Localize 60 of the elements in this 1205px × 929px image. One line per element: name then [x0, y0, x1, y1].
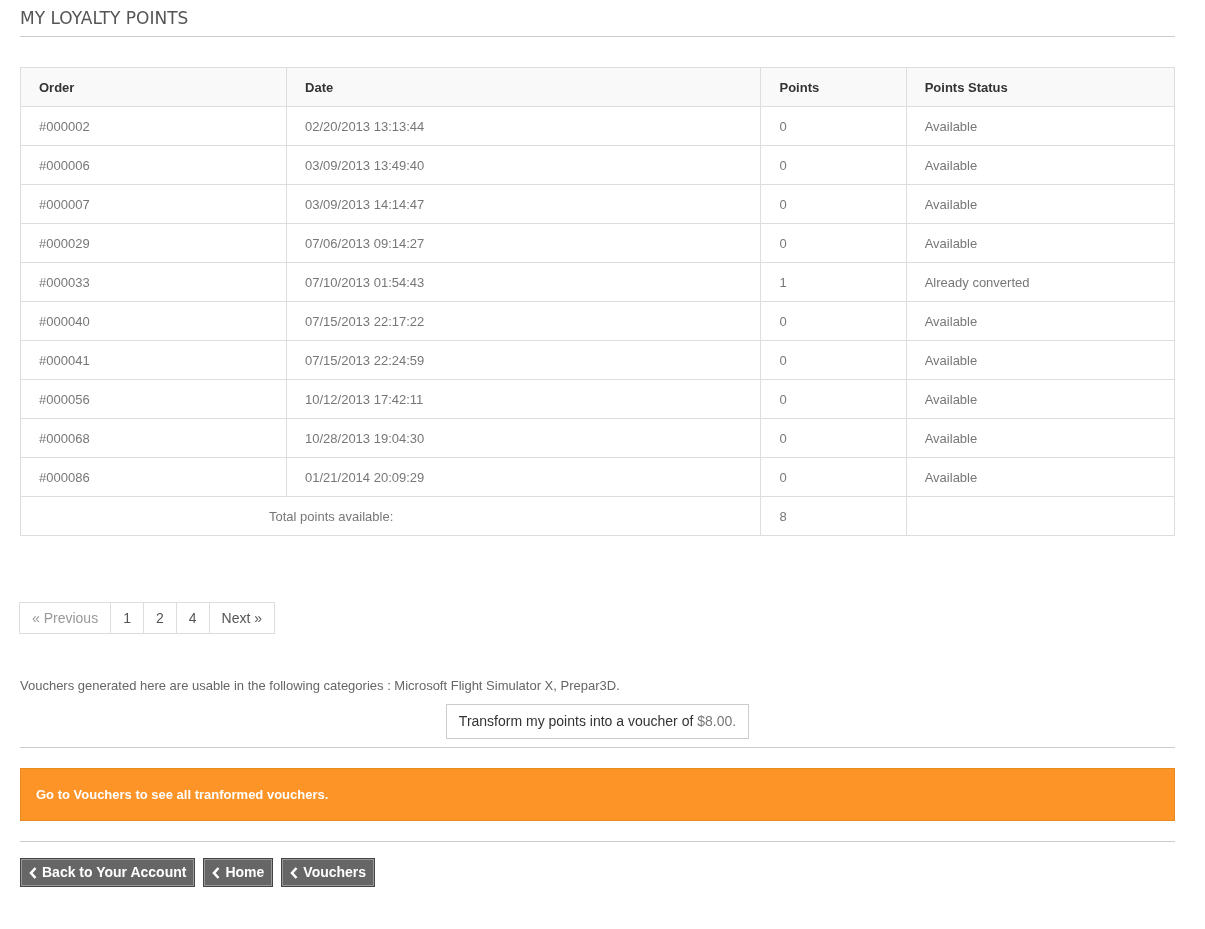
column-header: Date	[286, 67, 761, 107]
table-cell: Available	[906, 379, 1175, 419]
table-cell: 07/06/2013 09:14:27	[286, 223, 761, 263]
table-cell: 01/21/2014 20:09:29	[286, 457, 761, 497]
table-cell: Already converted	[906, 262, 1175, 302]
table-cell: Available	[906, 145, 1175, 185]
page-title: MY LOYALTY POINTS	[20, 8, 190, 30]
chevron-left-icon	[29, 866, 37, 879]
table-cell: Available	[906, 184, 1175, 224]
page-button[interactable]: 2	[142, 602, 177, 635]
table-cell: Available	[906, 418, 1175, 458]
table-cell: 07/10/2013 01:54:43	[286, 262, 761, 302]
table-cell: Available	[906, 340, 1175, 380]
vouchers-alert: Go to Vouchers to see all tranformed vouchers.	[20, 767, 1175, 822]
table-cell: #000056	[20, 379, 287, 419]
table-cell: 0	[761, 106, 907, 146]
table-cell: 03/09/2013 14:14:47	[286, 184, 761, 224]
next-page-button[interactable]: Next »	[208, 602, 275, 635]
table-cell: #000068	[20, 418, 287, 458]
table-cell: 07/15/2013 22:17:22	[286, 301, 761, 341]
table-cell: #000033	[20, 262, 287, 302]
back-button[interactable]: Back to Your Account	[20, 858, 196, 888]
column-header: Points	[761, 67, 907, 107]
table-cell: #000029	[20, 223, 287, 263]
table-cell: 0	[761, 223, 907, 263]
back-button[interactable]: Vouchers	[281, 858, 376, 888]
table-cell: Available	[906, 457, 1175, 497]
table-cell: #000040	[20, 301, 287, 341]
table-cell: #000086	[20, 457, 287, 497]
table-cell: #000006	[20, 145, 287, 185]
chevron-left-icon	[290, 866, 299, 879]
table-cell: 0	[761, 457, 907, 497]
table-cell: Available	[906, 106, 1175, 146]
table-cell: 0	[761, 340, 907, 380]
table-cell: 03/09/2013 13:49:40	[286, 145, 761, 185]
column-header: Points Status	[906, 67, 1175, 107]
page-button[interactable]: 4	[175, 602, 210, 635]
vouchers-note: Vouchers generated here are usable in the following categories : Microsoft Flight Simulator X, Prepar3D.	[20, 677, 621, 696]
table-cell: 1	[761, 262, 907, 302]
table-cell: 10/28/2013 19:04:30	[286, 418, 761, 458]
table-cell: 10/12/2013 17:42:11	[286, 379, 761, 419]
table-cell: 07/15/2013 22:24:59	[286, 340, 761, 380]
column-header: Order	[20, 67, 287, 107]
table-cell: #000041	[20, 340, 287, 380]
table-cell: 0	[761, 145, 907, 185]
table-cell: Available	[906, 301, 1175, 341]
table-cell: 02/20/2013 13:13:44	[286, 106, 761, 146]
back-button[interactable]: Home	[203, 858, 274, 888]
page-button[interactable]: 1	[110, 602, 144, 635]
table-cell: Available	[906, 223, 1175, 263]
table-cell: #000002	[20, 106, 287, 146]
table-cell: 0	[761, 379, 907, 419]
table-cell: 0	[761, 301, 907, 341]
table-cell: 8	[761, 496, 907, 536]
table-cell: 0	[761, 418, 907, 458]
table-cell: 0	[761, 184, 907, 224]
table-cell: #000007	[20, 184, 287, 224]
chevron-left-icon	[212, 866, 221, 879]
table-cell: Total points available:	[20, 496, 761, 536]
transform-button[interactable]: Transform my points into a voucher of $8.00.	[445, 703, 750, 739]
